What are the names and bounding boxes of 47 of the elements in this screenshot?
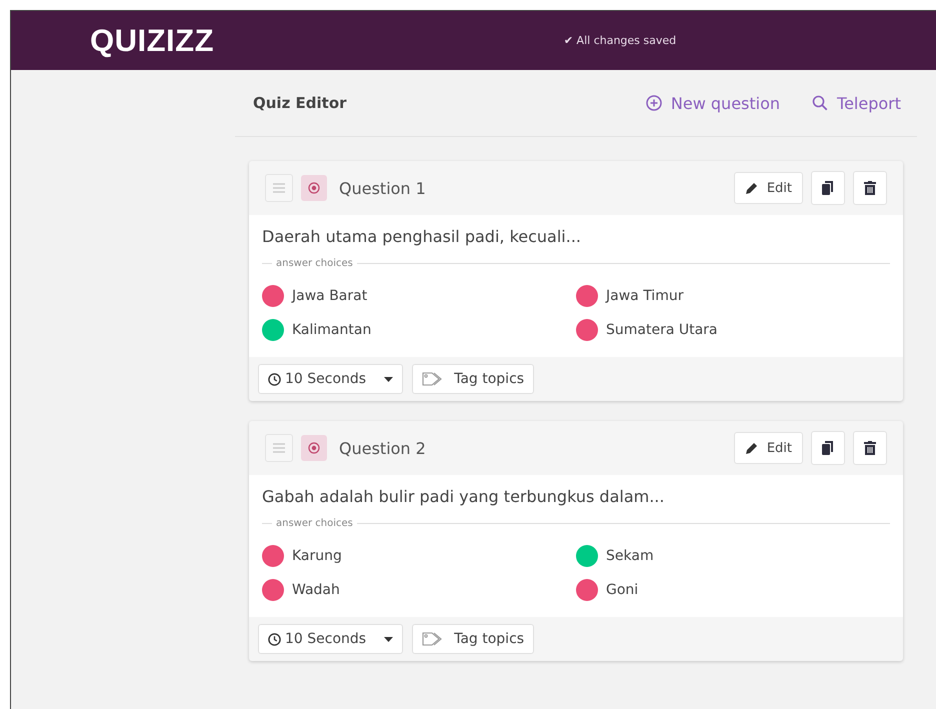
time-dropdown[interactable]: 10 Seconds [258,624,404,654]
lines-icon [273,443,285,453]
question-text: Daerah utama penghasil padi, kecuali... [262,227,582,246]
delete-button[interactable] [853,171,887,205]
edit-button[interactable]: Edit [734,432,803,464]
radio-icon [308,182,320,194]
page-title: Quiz Editor [253,94,348,112]
section-label: answer choices [276,258,353,269]
question-text: Gabah adalah bulir padi yang terbungkus dalam... [262,487,666,506]
copy-icon [822,441,834,455]
tag-topics-button[interactable]: Tag topics [412,364,534,394]
answer-choice: Jawa Timur [606,288,684,304]
delete-button[interactable] [853,431,887,465]
answer-choice: Karung [292,548,342,564]
radio-icon [308,442,320,454]
plus-circle-icon [646,95,662,111]
new-question-button[interactable]: New question [646,94,780,112]
duplicate-button[interactable] [811,431,845,465]
tag-topics-button[interactable]: Tag topics [412,624,534,654]
answer-choice: Goni [606,582,638,598]
duplicate-button[interactable] [811,171,845,205]
caret-icon [384,636,394,642]
answer-choice: Kalimantan [292,322,372,338]
teleport-button[interactable]: Teleport [812,94,901,112]
section-label: answer choices [276,518,353,529]
drag-handle[interactable] [265,174,293,202]
question-title: Question 1 [339,178,426,198]
pencil-icon [744,181,759,195]
pencil-icon [744,441,759,455]
clock-icon [268,372,281,386]
answer-choice: Sekam [606,548,654,564]
save-status: ✔ All changes saved [562,34,678,47]
caret-icon [384,376,394,382]
logo[interactable]: QUIZIZZ [90,22,390,58]
question-title: Question 2 [339,438,426,458]
answer-choice: Jawa Barat [292,288,368,304]
answer-choice: Sumatera Utara [606,322,718,338]
edit-button[interactable]: Edit [734,172,803,204]
clock-icon [268,632,281,646]
answer-choice: Wadah [292,582,340,598]
copy-icon [822,181,834,195]
time-dropdown[interactable]: 10 Seconds [258,364,404,394]
lines-icon [273,183,285,193]
trash-icon [864,441,876,455]
trash-icon [864,181,876,195]
search-icon [812,95,828,111]
drag-handle[interactable] [265,434,293,462]
